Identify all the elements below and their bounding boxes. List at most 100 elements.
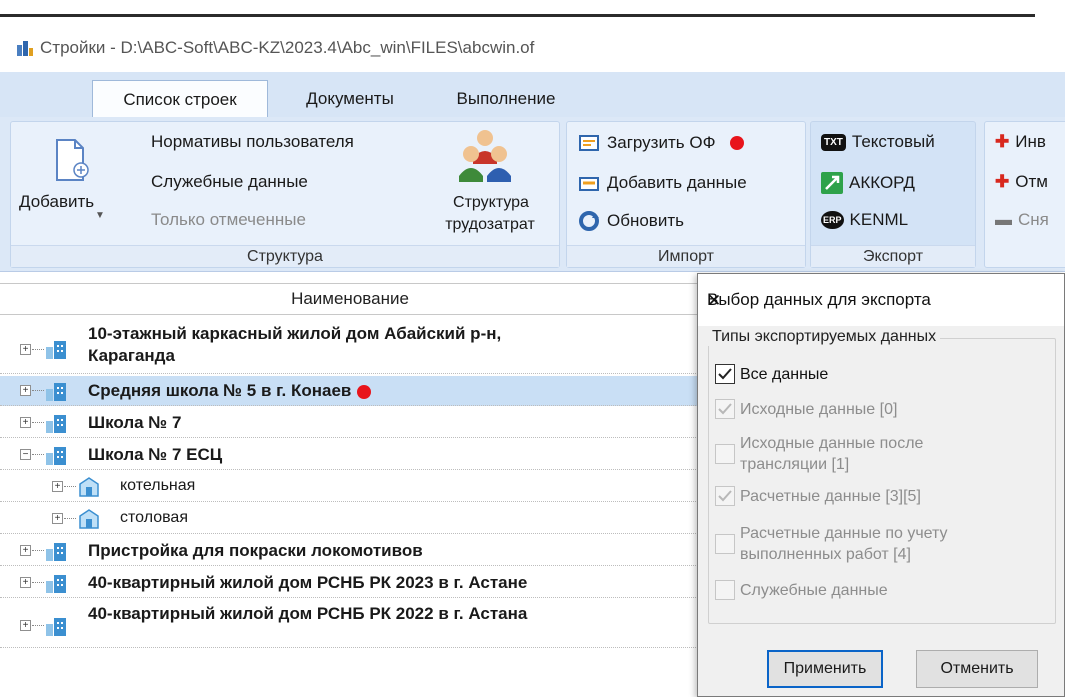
check-icon (718, 403, 732, 415)
row-label: Школа № 7 ЕСЦ (88, 445, 223, 464)
only-marked-button[interactable]: Только отмеченные (151, 210, 306, 230)
checkbox-service-data[interactable] (715, 580, 735, 600)
apply-button-label: Применить (783, 660, 867, 677)
object-icon (79, 509, 99, 529)
tab-documents[interactable]: Документы (280, 80, 420, 118)
checkbox-source-data[interactable] (715, 399, 735, 419)
expand-icon[interactable]: + (52, 513, 63, 524)
export-text-button[interactable]: TXT Текстовый (821, 132, 935, 152)
checkbox-source-translation-label-1: Исходные данные после (740, 435, 924, 452)
load-of-button[interactable]: Загрузить ОФ (577, 132, 744, 154)
minus-icon: ▬ (995, 210, 1012, 229)
expand-icon[interactable]: + (20, 545, 31, 556)
erp-badge-icon: ERP (821, 211, 844, 229)
building-icon (46, 447, 66, 465)
refresh-button[interactable]: Обновить (577, 210, 684, 232)
red-marker-icon (357, 384, 372, 399)
row-label: Средняя школа № 5 в г. Конаев (88, 381, 352, 400)
row-label: котельная (120, 477, 196, 494)
labor-structure-label-2: трудозатрат (445, 216, 535, 233)
group-import-label: Импорт (567, 245, 805, 267)
labor-structure-button[interactable]: Структура трудозатрат (421, 124, 551, 242)
tree-row-child[interactable]: + столовая (0, 504, 700, 534)
row-label: 40-квартирный жилой дом РСНБ РК 2022 в г… (88, 604, 528, 623)
expand-icon[interactable]: + (20, 385, 31, 396)
export-data-dialog: Выбор данных для экспорта ✕ Типы экспорт… (697, 273, 1065, 697)
row-label: Пристройка для покраски локомотивов (88, 541, 423, 560)
collapse-icon[interactable]: − (20, 449, 31, 460)
only-marked-label: Только отмеченные (151, 210, 306, 229)
checkbox-all-data[interactable] (715, 364, 735, 384)
refresh-icon (579, 211, 599, 231)
cancel-button[interactable]: Отменить (916, 650, 1038, 688)
add-data-label: Добавить данные (607, 173, 747, 192)
service-data-label: Служебные данные (151, 172, 308, 191)
tab-execution[interactable]: Выполнение (432, 80, 580, 118)
group-export: TXT Текстовый АККОРД ERP KENML Экспорт (810, 121, 976, 268)
user-norms-button[interactable]: Нормативы пользователя (151, 132, 354, 152)
mark-label: Отм (1015, 172, 1048, 191)
akkord-icon (821, 172, 843, 194)
checkbox-calculated-works[interactable] (715, 534, 735, 554)
expand-icon[interactable]: + (20, 620, 31, 631)
tree-row[interactable]: − Школа № 7 ЕСЦ (0, 440, 700, 470)
row-label: 40-квартирный жилой дом РСНБ РК 2023 в г… (88, 573, 528, 592)
unmark-button[interactable]: ▬ Сня (995, 210, 1049, 230)
close-icon[interactable]: ✕ (707, 290, 1048, 312)
check-icon (718, 368, 732, 380)
load-icon (579, 135, 599, 151)
tab-label: Выполнение (456, 89, 556, 108)
expand-icon[interactable]: + (20, 417, 31, 428)
tree-row[interactable]: + Пристройка для покраски локомотивов (0, 536, 700, 566)
check-icon (718, 490, 732, 502)
export-kenml-label: KENML (849, 210, 909, 229)
expand-icon[interactable]: + (20, 577, 31, 588)
inventory-button[interactable]: ✚ Инв (995, 132, 1046, 152)
checkbox-source-data-label: Исходные данные [0] (740, 401, 898, 418)
expand-icon[interactable]: + (52, 481, 63, 492)
unmark-label: Сня (1018, 210, 1049, 229)
tree-row-child[interactable]: + котельная (0, 472, 700, 502)
export-akkord-label: АККОРД (849, 173, 915, 192)
tab-construction-list[interactable]: Список строек (92, 80, 268, 118)
row-label: столовая (120, 509, 188, 526)
building-icon (46, 341, 66, 359)
checkbox-calculated-data-label: Расчетные данные [3][5] (740, 488, 921, 505)
data-types-group-label: Типы экспортируемых данных (708, 328, 941, 346)
expand-icon[interactable]: + (20, 344, 31, 355)
red-marker-icon (729, 136, 744, 150)
tree-row[interactable]: + 40-квартирный жилой дом РСНБ РК 2023 в… (0, 568, 700, 598)
row-label-line2: Караганда (88, 346, 175, 365)
checkbox-service-data-label: Служебные данные (740, 582, 888, 599)
export-akkord-button[interactable]: АККОРД (821, 172, 915, 194)
dialog-titlebar: Выбор данных для экспорта ✕ (698, 274, 1064, 326)
refresh-label: Обновить (607, 211, 684, 230)
column-header-label: Наименование (291, 289, 409, 308)
ribbon-tab-bar: Список строек Документы Выполнение (0, 72, 1065, 118)
tree-row[interactable]: + 40-квартирный жилой дом РСНБ РК 2022 в… (0, 600, 700, 648)
checkbox-source-translation[interactable] (715, 444, 735, 464)
service-data-button[interactable]: Служебные данные (151, 172, 308, 192)
checkbox-calculated-works-label-1: Расчетные данные по учету (740, 525, 948, 542)
add-button[interactable]: Добавить ▼ (19, 132, 123, 232)
row-label: Школа № 7 (88, 413, 182, 432)
window-titlebar: Стройки - D:\ABC-Soft\ABC-KZ\2023.4\Abc_… (0, 28, 1065, 68)
inventory-label: Инв (1015, 132, 1046, 151)
group-structure-label: Структура (11, 245, 559, 267)
checkbox-source-translation-label-2: трансляции [1] (740, 456, 850, 473)
tree-row[interactable]: + 10-этажный каркасный жилой дом Абайски… (0, 318, 700, 374)
load-of-label: Загрузить ОФ (607, 133, 716, 152)
add-data-button[interactable]: Добавить данные (577, 172, 747, 194)
export-text-label: Текстовый (851, 132, 935, 151)
group-structure: Добавить ▼ Нормативы пользователя Служеб… (10, 121, 560, 268)
group-marks-partial: ✚ Инв ✚ Отм ▬ Сня (984, 121, 1065, 268)
window-title: Стройки - D:\ABC-Soft\ABC-KZ\2023.4\Abc_… (40, 38, 535, 57)
red-plus-icon: ✚ (995, 132, 1010, 151)
checkbox-calculated-data[interactable] (715, 486, 735, 506)
tree-column-header[interactable]: Наименование (0, 283, 700, 315)
tree-row[interactable]: + Школа № 7 (0, 408, 700, 438)
mark-button[interactable]: ✚ Отм (995, 172, 1048, 192)
tree-row-selected[interactable]: + Средняя школа № 5 в г. Конаев (0, 376, 700, 406)
apply-button[interactable]: Применить (767, 650, 883, 688)
export-kenml-button[interactable]: ERP KENML (821, 210, 908, 230)
